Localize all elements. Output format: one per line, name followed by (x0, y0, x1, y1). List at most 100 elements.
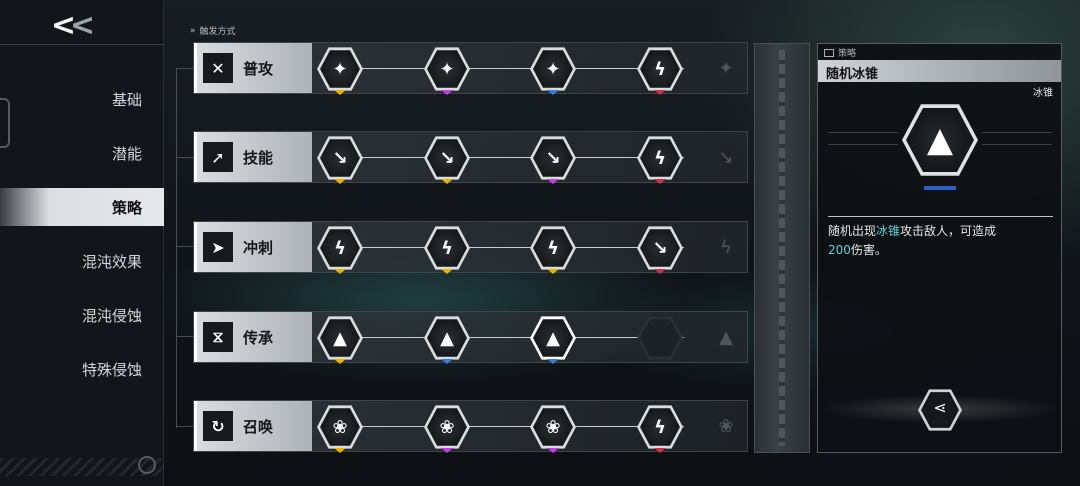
ice-spike-icon: ▲ (333, 327, 347, 349)
strategy-node[interactable]: ϟ (530, 225, 576, 274)
tier-marker (334, 359, 346, 364)
strategy-node[interactable]: ▲ (317, 315, 363, 364)
strategy-node[interactable]: ϟ (637, 135, 683, 184)
row-connector-line (344, 247, 684, 248)
row-label[interactable]: ➚ 技能 (194, 132, 312, 182)
row-label[interactable]: ➤ 冲刺 (194, 222, 312, 272)
spear-icon: ↘ (718, 147, 734, 168)
strategy-node[interactable]: ✦ (424, 46, 470, 95)
tier-marker (547, 179, 559, 184)
strategy-node[interactable]: ✦ (317, 46, 363, 95)
row-label[interactable]: ↻ 召唤 (194, 401, 312, 451)
flower-circle-icon: ❀ (332, 416, 348, 438)
ice-spike-icon: ▲ (719, 327, 733, 348)
strategy-node[interactable]: ✦ (530, 46, 576, 95)
row-label-text: 召唤 (243, 417, 274, 436)
sidebar-item-label: 混沌效果 (81, 252, 142, 271)
strategy-node[interactable]: ❀ (317, 404, 363, 453)
strategy-node[interactable]: ↘ (637, 225, 683, 274)
flower-circle-icon: ❀ (718, 416, 734, 437)
sidebar-item-chaos-erosion[interactable]: 混沌侵蚀 (0, 296, 164, 334)
strategy-node[interactable]: ϟ (317, 225, 363, 274)
strategy-node[interactable]: ❀ (530, 404, 576, 453)
trigger-header: » 触发方式 (190, 24, 236, 38)
row-connector-line (344, 157, 684, 158)
row-connector-line (344, 68, 684, 69)
crossed-swords-icon: ✕ (203, 53, 233, 83)
tier-marker (547, 90, 559, 95)
desc-highlight: 200 (828, 243, 851, 257)
circuit-line (828, 132, 898, 133)
summon-circle-icon: ↻ (203, 411, 233, 441)
tier-marker (334, 90, 346, 95)
sidebar: << 基础 潜能 策略 混沌效果 混沌侵蚀 特殊侵蚀 (0, 0, 164, 486)
detail-panel: 策略 随机冰锥 冰锥 ▲ 随机出现冰锥攻击敌人，可造成 200伤害。 ⋖ (817, 43, 1062, 453)
row-label-text: 冲刺 (243, 238, 274, 257)
double-chevron-left-icon: << (50, 7, 95, 43)
tier-marker (441, 448, 453, 453)
sidebar-item-chaos-effect[interactable]: 混沌效果 (0, 242, 164, 280)
sidebar-item-potential[interactable]: 潜能 (0, 134, 164, 172)
spear-icon: ↘ (652, 237, 668, 259)
strategy-node[interactable]: ❀ (424, 404, 470, 453)
tier-marker (654, 179, 666, 184)
desc-text: 伤害。 (850, 243, 887, 257)
tier-marker (334, 448, 346, 453)
sidebar-item-basic[interactable]: 基础 (0, 80, 164, 118)
strategy-node[interactable]: ↘ (530, 135, 576, 184)
strategy-node-selected[interactable]: ▲ (530, 315, 576, 364)
tier-marker (441, 359, 453, 364)
strategy-node[interactable]: ϟ (424, 225, 470, 274)
row-label[interactable]: ⧖ 传承 (194, 312, 312, 362)
strategy-node[interactable]: ▲ (424, 315, 470, 364)
desc-text: 攻击敌人，可造成 (900, 224, 997, 238)
category-icon (824, 48, 834, 57)
strategy-node[interactable]: ϟ (637, 404, 683, 453)
chevron-down-icon: » (190, 25, 196, 36)
tier-marker (654, 448, 666, 453)
spear-icon: ↘ (545, 147, 561, 169)
desc-text: 随机出现 (828, 224, 877, 238)
spear-icon: ↘ (439, 147, 455, 169)
row-connector-line (344, 426, 684, 427)
detail-description: 随机出现冰锥攻击敌人，可造成 200伤害。 (828, 222, 1053, 260)
lightning-moon-icon: ϟ (654, 58, 666, 80)
sidebar-divider (0, 44, 164, 45)
lightning-spear-icon: ϟ (654, 147, 666, 169)
tree-tick (176, 157, 194, 158)
detail-tag: 冰锥 (1033, 88, 1053, 99)
strategy-node[interactable]: ϟ (637, 46, 683, 95)
hourglass-helix-icon: ⧖ (203, 322, 233, 352)
arrow-up-right-icon: ➚ (203, 142, 233, 172)
sidebar-item-strategy[interactable]: 策略 (0, 188, 164, 226)
strategy-node-empty[interactable] (637, 315, 683, 361)
dash-runner-icon: ➤ (203, 232, 233, 262)
strategy-emblem: ▲ (902, 102, 978, 178)
tree-tick (176, 246, 194, 247)
tier-marker (334, 269, 346, 274)
trigger-row-skill: ➚ 技能 ↘ ↘ ↘ ϟ ↘ (193, 131, 748, 184)
sidebar-item-label: 基础 (111, 90, 142, 109)
tier-marker (441, 269, 453, 274)
divider-rail (779, 50, 785, 446)
tier-marker (547, 448, 559, 453)
back-button[interactable]: << (40, 7, 100, 43)
row-label[interactable]: ✕ 普攻 (194, 43, 312, 93)
trigger-row-normal-attack: ✕ 普攻 ✦ ✦ ✦ ϟ ✦ (193, 42, 748, 95)
tree-tick (176, 68, 194, 69)
badge-icon (138, 456, 156, 474)
flower-circle-icon: ❀ (439, 416, 455, 438)
strategy-node[interactable]: ↘ (317, 135, 363, 184)
strategy-node[interactable]: ↘ (424, 135, 470, 184)
sidebar-item-special-erosion[interactable]: 特殊侵蚀 (0, 350, 164, 388)
random-ice-spike-icon: ▲ (546, 327, 560, 349)
sidebar-item-label: 混沌侵蚀 (81, 306, 142, 325)
row-label-text: 传承 (243, 328, 274, 347)
random-ice-spike-icon: ▲ (926, 120, 954, 160)
share-button[interactable]: ⋖ (918, 388, 962, 432)
shuriken-icon: ✦ (545, 58, 561, 80)
trigger-row-dash: ➤ 冲刺 ϟ ϟ ϟ ↘ ϟ (193, 221, 748, 274)
tree-connector (176, 68, 177, 428)
detail-category-label: 策略 (838, 49, 857, 59)
tier-marker (334, 179, 346, 184)
